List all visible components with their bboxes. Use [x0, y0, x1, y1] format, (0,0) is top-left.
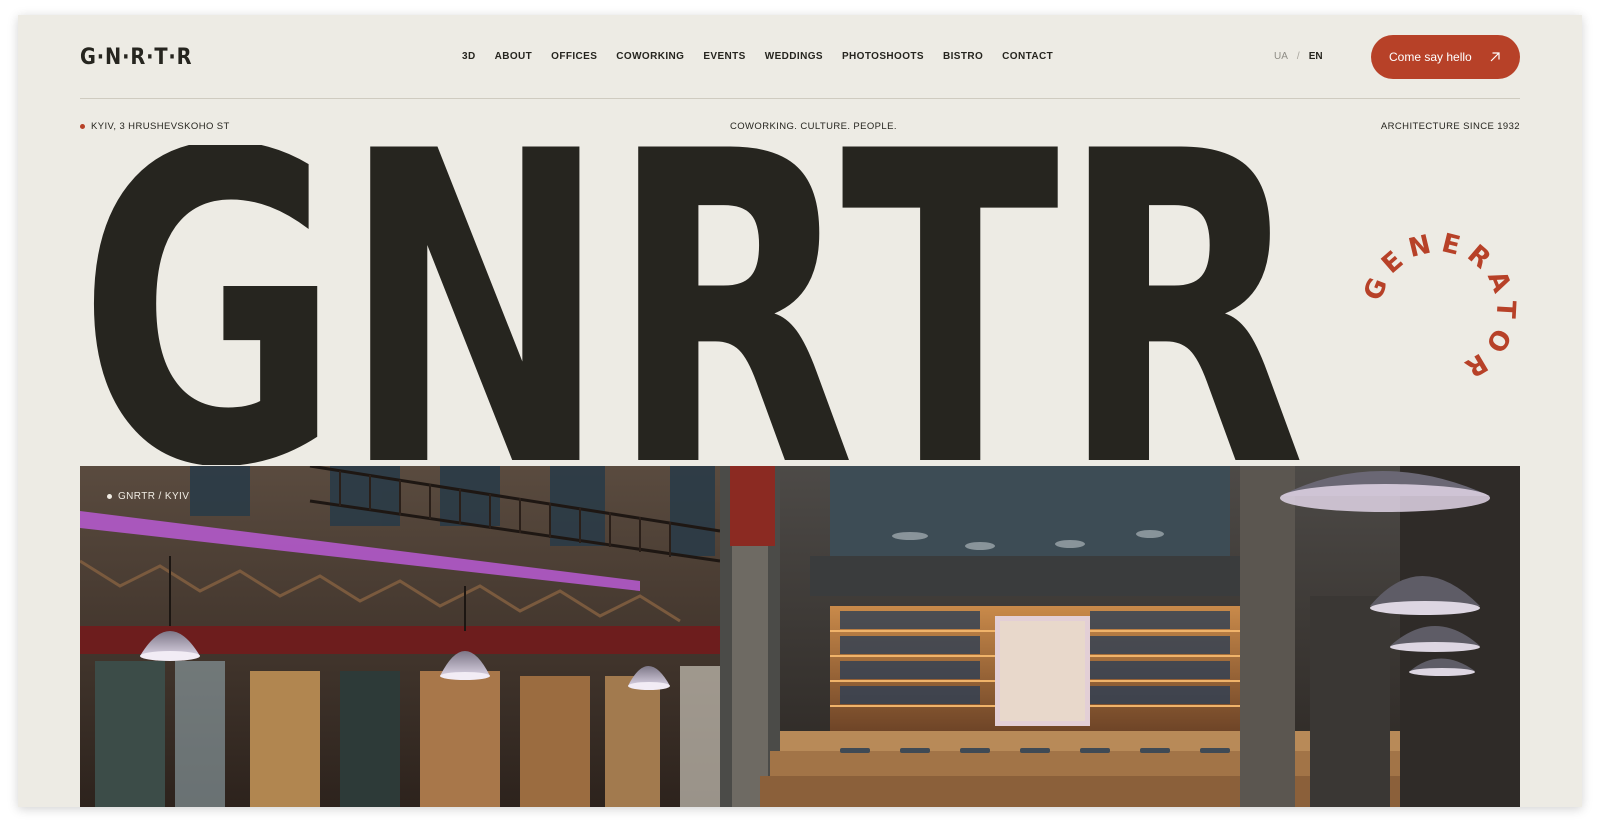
main-nav: 3D ABOUT OFFICES COWORKING EVENTS WEDDIN… — [462, 51, 1053, 62]
nav-item-coworking[interactable]: COWORKING — [616, 51, 684, 62]
nav-item-offices[interactable]: OFFICES — [551, 51, 597, 62]
photo-caption: GNRTR / KYIV — [107, 491, 189, 502]
tagline: COWORKING. CULTURE. PEOPLE. — [730, 121, 897, 132]
photo-caption-text: GNRTR / KYIV — [118, 491, 190, 502]
nav-item-bistro[interactable]: BISTRO — [943, 51, 983, 62]
cta-label: Come say hello — [1389, 50, 1472, 64]
nav-item-weddings[interactable]: WEDDINGS — [765, 51, 823, 62]
address-line: KYIV, 3 HRUSHEVSKOHO ST — [80, 121, 230, 132]
come-say-hello-button[interactable]: Come say hello — [1371, 35, 1520, 79]
generator-ring-badge: GENERATOR — [1354, 225, 1524, 395]
nav-item-3d[interactable]: 3D — [462, 51, 476, 62]
language-switcher: UA / EN — [1274, 51, 1323, 62]
nav-item-events[interactable]: EVENTS — [703, 51, 745, 62]
interior-illustration — [80, 466, 1520, 807]
address-dot — [80, 124, 85, 129]
hero-title: GNRTR — [78, 62, 1328, 562]
nav-item-about[interactable]: ABOUT — [495, 51, 533, 62]
lang-separator: / — [1296, 51, 1300, 62]
lang-en[interactable]: EN — [1309, 51, 1323, 62]
nav-item-photoshoots[interactable]: PHOTOSHOOTS — [842, 51, 924, 62]
ring-text: GENERATOR — [1358, 228, 1520, 387]
hero-title-text: GNRTR — [78, 145, 1306, 465]
address-text: KYIV, 3 HRUSHEVSKOHO ST — [91, 121, 230, 132]
arrow-up-right-icon — [1490, 52, 1500, 62]
page: G·N·R·T·R 3D ABOUT OFFICES COWORKING EVE… — [18, 15, 1582, 807]
header-divider — [80, 98, 1520, 99]
photo-caption-dot — [107, 494, 112, 499]
hero-photo: GNRTR / KYIV — [80, 466, 1520, 807]
lang-ua[interactable]: UA — [1274, 51, 1288, 62]
since-text: ARCHITECTURE SINCE 1932 — [1380, 121, 1520, 132]
nav-item-contact[interactable]: CONTACT — [1002, 51, 1053, 62]
logo[interactable]: G·N·R·T·R — [80, 45, 192, 70]
